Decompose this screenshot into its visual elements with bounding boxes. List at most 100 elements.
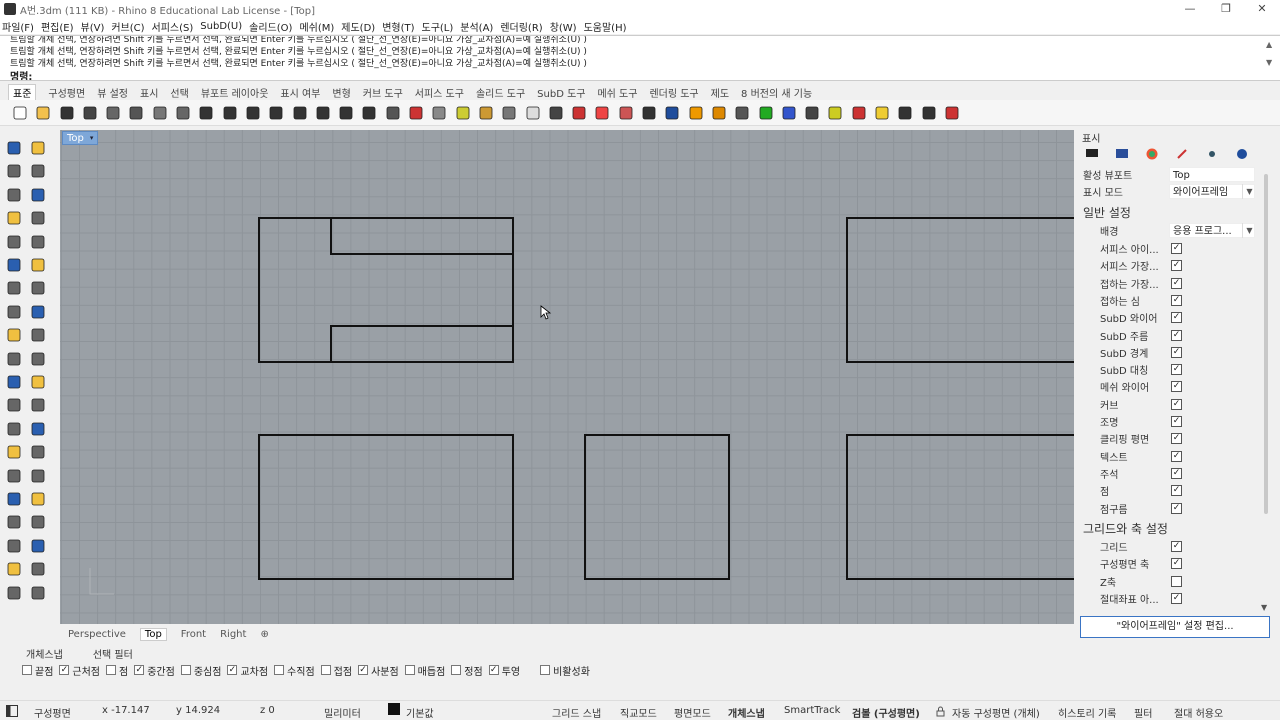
current-layer[interactable]: 기본값 (406, 705, 434, 720)
setting-checkbox[interactable]: ✓ (1171, 364, 1182, 376)
cut-icon[interactable] (126, 103, 146, 123)
osnap-checkbox[interactable]: ✓ (227, 665, 238, 675)
environment-tab-icon[interactable] (1232, 146, 1252, 162)
hatch-tool-icon[interactable] (28, 512, 48, 532)
menu-mesh[interactable]: 메쉬(M) (299, 19, 334, 34)
help-icon[interactable] (779, 103, 799, 123)
osnap-toggle[interactable]: 개체스냅 (728, 705, 765, 720)
x-red-icon[interactable] (942, 103, 962, 123)
osnap-option[interactable]: ✓ 근처점 (59, 663, 100, 678)
drawn-rectangle[interactable] (846, 217, 1074, 363)
move-icon[interactable] (919, 103, 939, 123)
menu-solid[interactable]: 솔리드(O) (249, 19, 292, 34)
tab-drafting[interactable]: 제도 (711, 85, 729, 100)
box-yellow-icon[interactable] (872, 103, 892, 123)
setting-checkbox[interactable]: ✓ (1171, 398, 1182, 410)
setting-checkbox[interactable]: ✓ (1171, 485, 1182, 497)
undo-view-icon[interactable] (359, 103, 379, 123)
vp-tab-top[interactable]: Top (139, 627, 167, 641)
render-icon[interactable] (639, 103, 659, 123)
layer-icon[interactable] (569, 103, 589, 123)
planar-toggle[interactable]: 평면모드 (674, 705, 711, 720)
material-icon[interactable] (616, 103, 636, 123)
menu-analyze[interactable]: 분석(A) (460, 19, 493, 34)
tab-select[interactable]: 선택 (170, 85, 188, 100)
sphere-tool-icon[interactable] (28, 302, 48, 322)
setting-checkbox[interactable]: ✓ (1171, 294, 1182, 306)
osnap-checkbox[interactable] (404, 665, 415, 675)
move-tool-icon[interactable] (28, 466, 48, 486)
setting-checkbox[interactable]: ✓ (1171, 592, 1182, 604)
lightbulb-icon[interactable] (523, 103, 543, 123)
menu-window[interactable]: 창(W) (550, 19, 577, 34)
blend-tool-icon[interactable] (28, 255, 48, 275)
tab-visibility[interactable]: 표시 여부 (280, 85, 320, 100)
menu-file[interactable]: 파일(F) (2, 19, 34, 34)
setting-checkbox[interactable]: ✓ (1171, 381, 1182, 393)
paint-tool-icon[interactable] (28, 559, 48, 579)
tab-mesh-tools[interactable]: 메쉬 도구 (597, 85, 637, 100)
osnap-option[interactable]: 접점 (320, 663, 352, 678)
block-tool-icon[interactable] (4, 512, 24, 532)
circle-tool-icon[interactable] (4, 185, 24, 205)
tab-osnap[interactable]: 개체스냅 (26, 646, 63, 661)
drawn-square[interactable] (584, 434, 730, 580)
osnap-checkbox[interactable]: ✓ (59, 665, 70, 675)
display-tab-icon[interactable] (1082, 146, 1102, 162)
zoom-icon[interactable] (266, 103, 286, 123)
sphere-icon[interactable] (662, 103, 682, 123)
layer-paint-tool-icon[interactable] (4, 583, 24, 603)
osnap-checkbox[interactable] (540, 665, 551, 675)
menu-subd[interactable]: SubD(U) (200, 21, 242, 32)
material-tab-icon[interactable] (1142, 146, 1162, 162)
menu-surface[interactable]: 서피스(S) (152, 19, 194, 34)
vp-tab-perspective[interactable]: Perspective (68, 629, 126, 640)
osnap-checkbox[interactable] (106, 665, 117, 675)
trim-tool-icon[interactable] (28, 395, 48, 415)
select-arrow-tool-icon[interactable] (4, 138, 24, 158)
osnap-option[interactable]: 중심점 (180, 663, 221, 678)
cplane-icon[interactable] (453, 103, 473, 123)
menu-render[interactable]: 렌더링(R) (500, 19, 542, 34)
gumball-tool-icon[interactable] (28, 536, 48, 556)
maximize-button[interactable]: ❐ (1208, 0, 1244, 18)
osnap-option[interactable]: 수직점 (274, 663, 315, 678)
props-icon[interactable] (103, 103, 123, 123)
green-ball-icon[interactable] (756, 103, 776, 123)
osnap-option[interactable]: 점 (106, 663, 128, 678)
record-history-toggle[interactable]: 히스토리 기록 (1058, 705, 1116, 720)
tab-display[interactable]: 표시 (140, 85, 158, 100)
check-tool-icon[interactable] (4, 559, 24, 579)
setting-checkbox[interactable]: ✓ (1171, 277, 1182, 289)
tab-curve-tools[interactable]: 커브 도구 (363, 85, 403, 100)
tab-transform[interactable]: 변형 (332, 85, 350, 100)
zoom-extents-icon[interactable] (313, 103, 333, 123)
layer-color-swatch[interactable] (388, 703, 400, 715)
osnap-checkbox[interactable] (274, 665, 285, 675)
menu-help[interactable]: 도움말(H) (584, 19, 627, 34)
join-tool-icon[interactable] (4, 395, 24, 415)
tool-red-icon[interactable] (849, 103, 869, 123)
rotate-icon[interactable] (243, 103, 263, 123)
surface-plane-tool-icon[interactable] (4, 278, 24, 298)
setting-checkbox[interactable]: ✓ (1171, 541, 1182, 552)
units[interactable]: 밀리미터 (324, 705, 361, 720)
sun-tab-icon[interactable] (1202, 146, 1222, 162)
extrude-tool-icon[interactable] (28, 278, 48, 298)
close-button[interactable]: ✕ (1244, 0, 1280, 18)
osnap-option[interactable]: 정점 (451, 663, 483, 678)
notch-upper[interactable] (330, 217, 514, 255)
text-tool-icon[interactable] (4, 489, 24, 509)
menu-edit[interactable]: 편집(E) (41, 19, 74, 34)
filter-toggle[interactable]: 필터 (1134, 705, 1152, 720)
tab-selection-filter[interactable]: 선택 필터 (93, 646, 133, 661)
osnap-checkbox[interactable]: ✓ (358, 665, 369, 675)
explode-tool-icon[interactable] (28, 372, 48, 392)
lock-icon[interactable] (546, 103, 566, 123)
split-tool-icon[interactable] (4, 419, 24, 439)
curve-flag-icon[interactable] (686, 103, 706, 123)
panel-scrollbar[interactable]: ▼ (1260, 174, 1272, 612)
tab-cplanes[interactable]: 구성평면 (48, 85, 85, 100)
smarttrack-toggle[interactable]: SmartTrack (784, 705, 840, 716)
minimize-button[interactable]: — (1172, 0, 1208, 18)
